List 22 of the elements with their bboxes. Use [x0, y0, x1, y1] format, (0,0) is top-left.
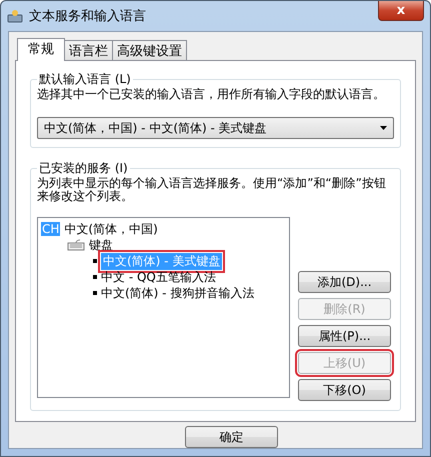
button[interactable]: 确定 — [185, 426, 278, 448]
language-badge: CH — [41, 222, 60, 236]
tab[interactable]: 常规 — [17, 38, 65, 61]
tab[interactable]: 语言栏 — [64, 40, 113, 60]
tree-item[interactable]: 中文(简体，中国) — [64, 220, 158, 238]
bullet-icon — [93, 259, 97, 263]
window-title: 文本服务和输入语言 — [29, 8, 146, 25]
bullet-icon — [93, 291, 97, 295]
button[interactable]: 属性(P)... — [298, 325, 391, 347]
dropdown-arrow-icon — [380, 126, 387, 130]
button[interactable]: 添加(D)... — [298, 271, 391, 293]
tab[interactable]: 高级键设置 — [112, 40, 187, 60]
tree-item[interactable]: 中文(简体) - 搜狗拼音输入法 — [101, 284, 254, 302]
tree-item[interactable]: 中文 - QQ五笔输入法 — [101, 268, 216, 286]
close-button[interactable]: x — [378, 1, 424, 21]
language-dropdown[interactable]: 中文(简体，中国) - 中文(简体) - 美式键盘 — [37, 117, 394, 139]
bullet-icon — [93, 275, 97, 279]
description: 选择其中一个已安装的输入语言，用作所有输入字段的默认语言。 — [37, 88, 386, 101]
group-label: 已安装的服务 (I) — [38, 160, 129, 177]
description: 为列表中显示的每个输入语言选择服务。使用“添加”和“删除”按钮来修改这个列表。 — [37, 177, 387, 203]
button[interactable]: 下移(O) — [298, 379, 391, 401]
group-label: 默认输入语言 (L) — [38, 71, 132, 88]
